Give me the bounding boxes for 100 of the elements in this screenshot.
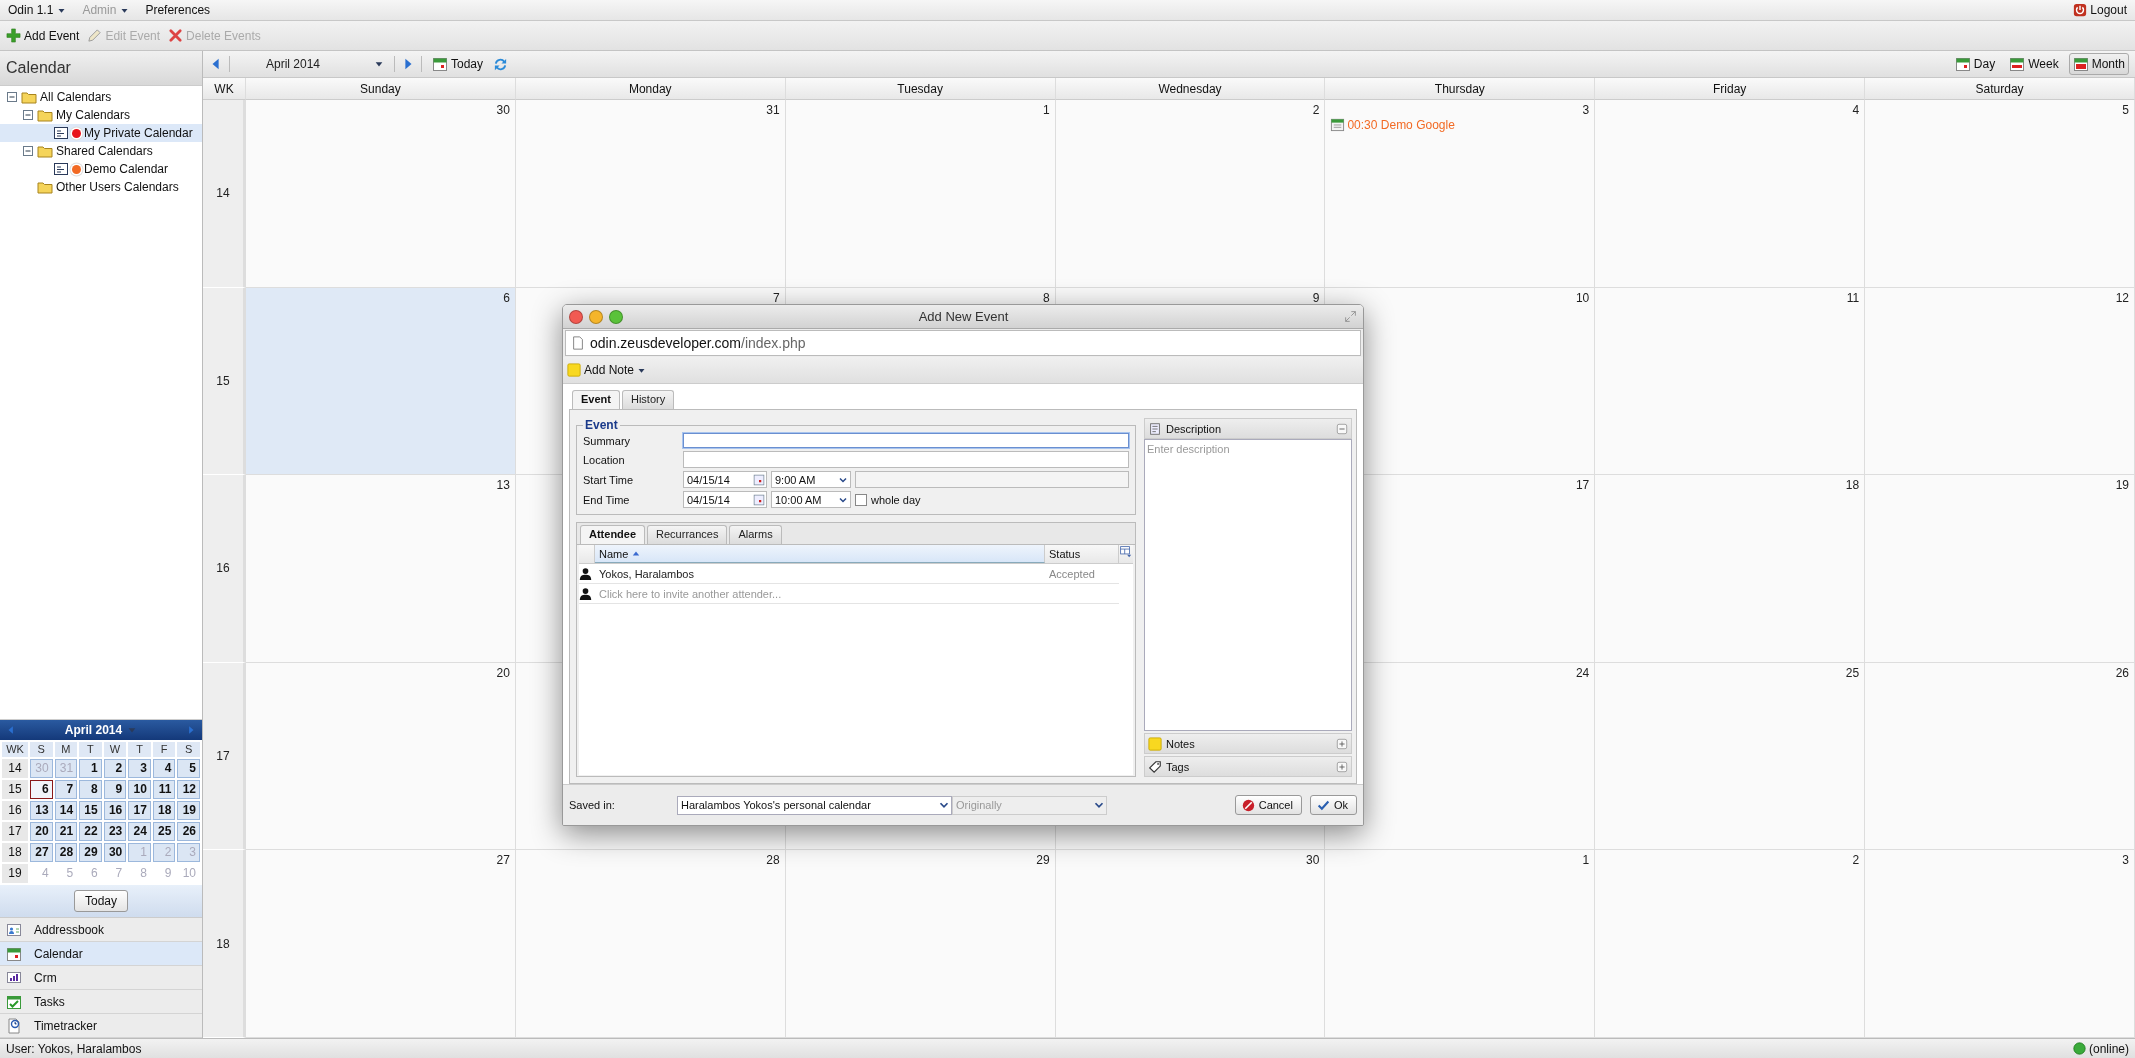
day-cell[interactable]: 19 (1865, 475, 2135, 663)
tab[interactable]: History (621, 390, 675, 409)
month-picker[interactable]: April 2014 (64, 723, 138, 737)
tree-item[interactable]: My Calendars (0, 106, 202, 124)
minimize-button[interactable] (589, 309, 603, 324)
next-month-icon[interactable] (186, 725, 196, 735)
mini-calendar-day[interactable]: 3 (128, 759, 151, 778)
day-cell[interactable]: 26 (1865, 662, 2135, 851)
mini-calendar-day[interactable]: 16 (103, 801, 127, 820)
app-nav-item[interactable]: Timetracker (0, 1014, 202, 1038)
day-cell[interactable]: 12 (1865, 287, 2135, 476)
mini-calendar-day[interactable]: 22 (79, 822, 102, 841)
time-field[interactable]: 10:00 AM (771, 491, 851, 508)
day-cell[interactable]: 13 (246, 475, 516, 663)
mini-calendar-day[interactable]: 20 (30, 822, 53, 841)
section-header[interactable]: Tags (1144, 756, 1352, 777)
collapse-icon[interactable] (1336, 422, 1348, 435)
text-field[interactable] (683, 451, 1129, 468)
mini-calendar-day[interactable]: 19 (177, 801, 200, 820)
ok-button[interactable]: Ok (1309, 795, 1357, 815)
whole-day-checkbox[interactable]: whole day (855, 493, 921, 506)
day-cell[interactable]: 28 (515, 850, 786, 1038)
month-picker[interactable]: April 2014 (236, 57, 388, 71)
menu-item[interactable]: Odin 1.1 (8, 3, 67, 17)
mini-calendar-day[interactable]: 5 (177, 759, 200, 778)
mini-calendar-day[interactable]: 11 (152, 780, 176, 799)
day-cell[interactable]: 18 (1595, 475, 1866, 663)
view-button[interactable]: Month (2068, 53, 2129, 75)
date-field[interactable]: 04/15/14 (683, 471, 767, 488)
mini-calendar-day[interactable]: 17 (128, 801, 151, 820)
mini-calendar-day[interactable]: 1 (79, 759, 102, 778)
day-cell[interactable]: 3 00:30 Demo Google (1325, 100, 1596, 288)
day-cell[interactable]: 29 (785, 850, 1056, 1038)
mini-calendar-day[interactable]: 24 (128, 822, 151, 841)
mini-calendar-day[interactable]: 7 (54, 780, 78, 799)
tab[interactable]: Alarms (729, 525, 782, 544)
mini-calendar-day[interactable]: 15 (79, 801, 102, 820)
collapse-toggle-icon[interactable] (22, 145, 34, 157)
section-header[interactable]: Notes (1144, 733, 1352, 754)
day-cell[interactable]: 25 (1595, 662, 1866, 851)
view-button[interactable]: Week (2005, 53, 2063, 75)
text-field[interactable] (683, 433, 1129, 448)
tree-item[interactable]: My Private Calendar (0, 124, 202, 142)
day-cell[interactable]: 5 (1865, 100, 2135, 288)
day-cell[interactable]: 11 (1595, 287, 1866, 476)
date-picker-icon[interactable] (753, 473, 765, 486)
toolbar-button[interactable]: Add Event (6, 28, 80, 43)
app-nav-item[interactable]: Crm (0, 966, 202, 990)
calendar-select[interactable]: Haralambos Yokos's personal calendar (677, 795, 952, 815)
mini-calendar-day[interactable]: 4 (152, 759, 176, 778)
mini-calendar-day[interactable]: 28 (54, 843, 78, 862)
day-cell[interactable]: 20 (246, 662, 516, 851)
mini-calendar-day[interactable]: 23 (103, 822, 127, 841)
app-nav-item[interactable]: Addressbook (0, 918, 202, 942)
text-field[interactable] (855, 471, 1129, 488)
mini-calendar-day[interactable]: 30 (103, 843, 127, 862)
mini-calendar-day[interactable]: 9 (103, 780, 127, 799)
today-button[interactable]: Today (74, 890, 128, 912)
mini-calendar-day[interactable]: 26 (177, 822, 200, 841)
mini-calendar-day[interactable]: 25 (152, 822, 176, 841)
today-button[interactable]: Today (428, 53, 488, 75)
tab[interactable]: Event (572, 390, 620, 409)
collapse-toggle-icon[interactable] (6, 91, 18, 103)
day-cell[interactable]: 30 (246, 100, 516, 288)
day-cell[interactable]: 3 (1865, 850, 2135, 1038)
day-cell[interactable]: 31 (515, 100, 786, 288)
day-cell[interactable]: 27 (246, 850, 516, 1038)
column-header[interactable]: Status (1045, 545, 1119, 563)
mini-calendar-day[interactable]: 10 (128, 780, 151, 799)
mini-calendar-day[interactable]: 29 (79, 843, 102, 862)
expand-plus-icon[interactable] (1336, 737, 1348, 750)
close-button[interactable] (569, 309, 583, 324)
tab[interactable]: Attendee (580, 525, 646, 544)
mini-calendar-day[interactable]: 8 (79, 780, 102, 799)
previous-month-icon[interactable] (6, 725, 16, 735)
app-nav-item[interactable]: Calendar (0, 942, 202, 966)
day-cell[interactable]: 2 (1055, 100, 1326, 288)
expand-icon[interactable] (1344, 310, 1357, 323)
column-menu-icon[interactable] (1119, 545, 1132, 558)
day-cell[interactable]: 1 (1325, 850, 1596, 1038)
date-field[interactable]: 04/15/14 (683, 491, 767, 508)
mini-calendar-day[interactable]: 21 (54, 822, 78, 841)
tree-item[interactable]: All Calendars (0, 88, 202, 106)
menu-item[interactable]: Preferences (145, 3, 211, 17)
tree-item[interactable]: Shared Calendars (0, 142, 202, 160)
logout-button[interactable]: Logout (2073, 3, 2127, 17)
add-note-button[interactable]: Add Note (567, 363, 647, 377)
expand-plus-icon[interactable] (1336, 760, 1348, 773)
tab[interactable]: Recurrances (647, 525, 728, 544)
mini-calendar-day[interactable]: 6 (30, 780, 53, 799)
time-field[interactable]: 9:00 AM (771, 471, 851, 488)
mini-calendar-day[interactable]: 13 (30, 801, 53, 820)
mini-calendar-day[interactable]: 14 (54, 801, 78, 820)
maximize-button[interactable] (609, 309, 623, 324)
tree-item[interactable]: Demo Calendar (0, 160, 202, 178)
collapse-toggle-icon[interactable] (22, 109, 34, 121)
date-picker-icon[interactable] (753, 493, 765, 506)
day-cell[interactable]: 2 (1595, 850, 1866, 1038)
day-cell[interactable]: 1 (785, 100, 1056, 288)
day-cell[interactable]: 4 (1595, 100, 1866, 288)
